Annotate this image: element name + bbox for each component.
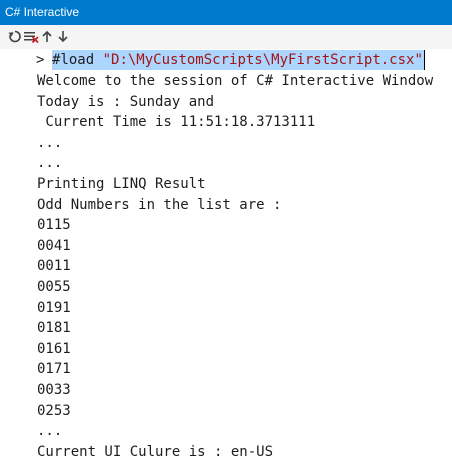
window-options-icon[interactable] (434, 0, 452, 25)
history-next-button[interactable] (55, 28, 71, 45)
reset-icon (8, 30, 21, 43)
output-line: 0011 (37, 258, 71, 275)
reset-button[interactable] (7, 28, 23, 45)
output-line: ... (37, 134, 63, 151)
output-line: Current Time is 11:51:18.3713111 (37, 114, 316, 131)
output-line: Printing LINQ Result (37, 176, 206, 192)
output-line: ... (37, 155, 63, 172)
arrow-up-icon (42, 30, 52, 42)
clear-screen-icon (24, 32, 39, 44)
output-line: 0161 (37, 340, 71, 357)
output-line: Odd Numbers in the list are : (37, 196, 282, 213)
output-line: Welcome to the session of C# Interactive… (37, 73, 434, 89)
output-line: 0253 (37, 402, 71, 419)
toolbar (0, 25, 452, 49)
output-line: Today is : Sunday and (37, 93, 215, 110)
input-prompt: > (36, 52, 45, 68)
arrow-down-icon (58, 31, 68, 43)
history-previous-button[interactable] (39, 28, 55, 45)
output-line: 0171 (37, 361, 71, 378)
output-line: 0115 (37, 217, 71, 234)
output-line: 0033 (37, 382, 71, 398)
command-keyword: #load (52, 52, 95, 68)
output-line: 0181 (37, 320, 71, 337)
interactive-output[interactable]: > #load "D:\MyCustomScripts\MyFirstScrip… (0, 49, 452, 458)
output-line: 0041 (37, 237, 71, 254)
clear-screen-button[interactable] (23, 28, 39, 45)
selected-command[interactable]: #load "D:\MyCustomScripts\MyFirstScript.… (52, 50, 425, 70)
output-line: 0191 (37, 299, 71, 316)
output-line: ... (37, 423, 63, 440)
output-line: 0055 (37, 279, 71, 295)
output-line: Current UI Culure is : en-US (37, 443, 274, 458)
csharp-interactive-window: C# Interactive > #load "D:\MyCustomScrip… (0, 0, 452, 458)
title-bar: C# Interactive (0, 0, 452, 25)
window-title: C# Interactive (5, 5, 80, 19)
command-argument: "D:\MyCustomScripts\MyFirstScript.csx" (102, 52, 423, 68)
